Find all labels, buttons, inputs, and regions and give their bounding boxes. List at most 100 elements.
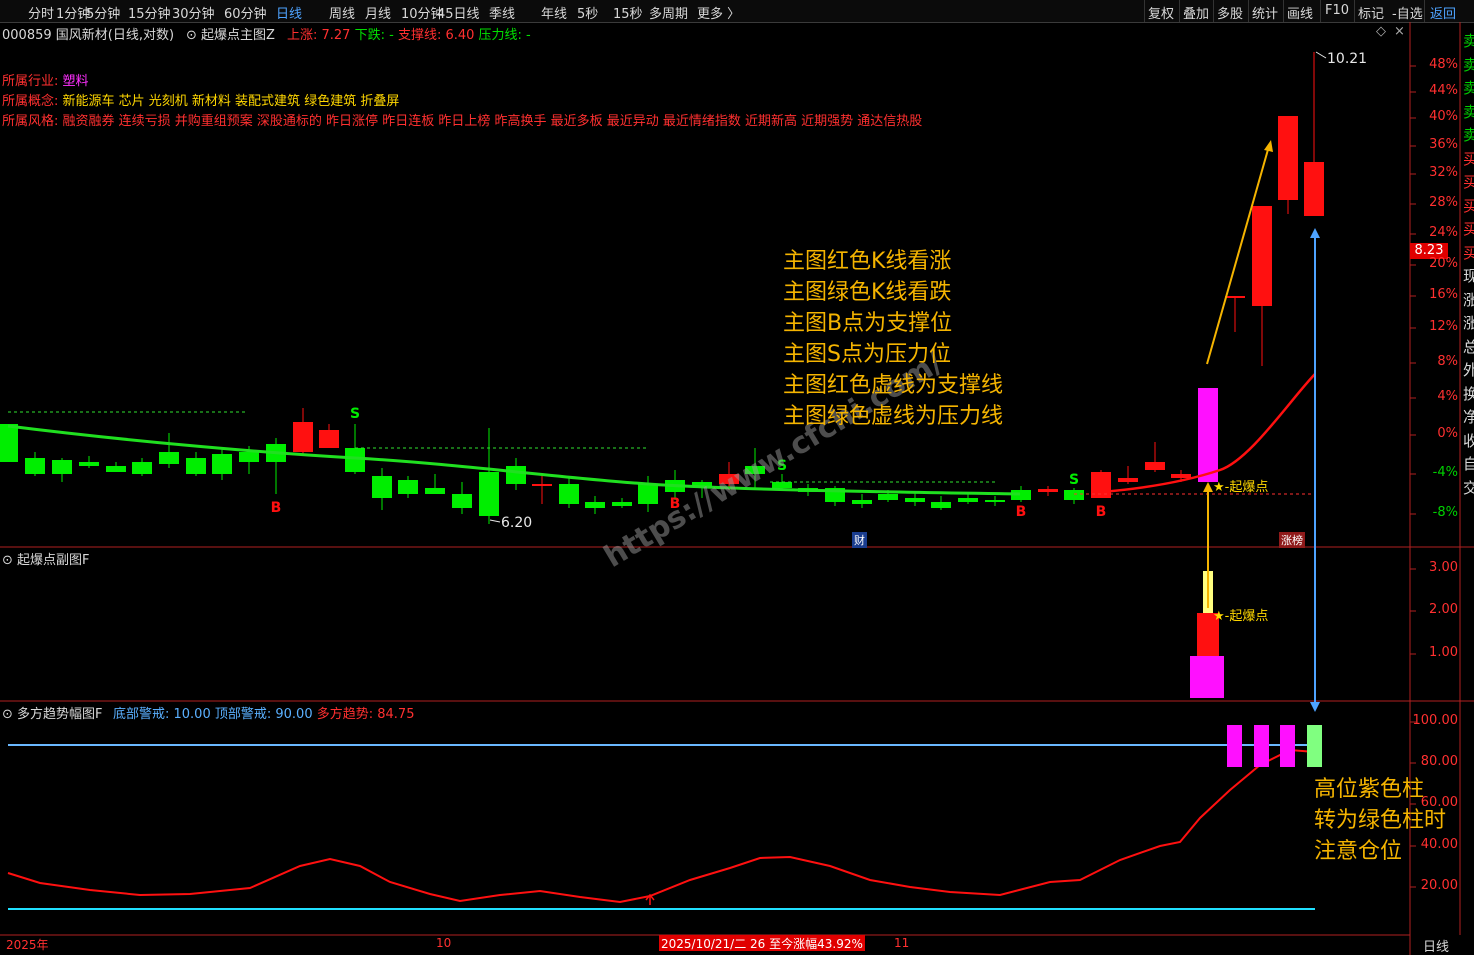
tab-7[interactable]: 周线 (329, 3, 355, 22)
toolbar-back-button[interactable]: 返回 (1430, 3, 1456, 22)
tab-15[interactable]: 多周期 (649, 3, 688, 22)
tab-0[interactable]: 分时 (28, 3, 54, 22)
signal-text: 起爆点 (1229, 480, 1269, 495)
ranking-marker[interactable]: 涨榜 (1279, 532, 1305, 548)
toolbar-multi-stock-button[interactable]: 多股 (1217, 3, 1243, 22)
toolbar-stats-button[interactable]: 统计 (1252, 3, 1278, 22)
toolbar-watchlist-button[interactable]: -自选 (1392, 3, 1423, 22)
tab-6[interactable]: 日线 (276, 3, 302, 22)
tab-8[interactable]: 月线 (365, 3, 391, 22)
toolbar-fuquan-button[interactable]: 复权 (1148, 3, 1174, 22)
candle (345, 424, 365, 474)
tab-16[interactable]: 更多 〉 (697, 3, 740, 22)
candle-body (585, 502, 605, 508)
candle-body (905, 498, 925, 502)
period-label[interactable]: 日线 (1412, 936, 1460, 955)
pct-tick: 32% (1429, 165, 1458, 180)
month-11-label: 11 (894, 936, 910, 950)
tab-5[interactable]: 60分钟 (224, 3, 267, 22)
candle-body (852, 500, 872, 504)
tab-13[interactable]: 5秒 (577, 3, 598, 22)
industry-label: 所属行业: (2, 74, 59, 89)
strip-char: 卖 (1463, 55, 1474, 74)
candle-body (25, 458, 45, 474)
strip-char: 卖 (1463, 102, 1474, 121)
toolbar-draw-button[interactable]: 画线 (1287, 3, 1313, 22)
candle (186, 452, 206, 476)
toolbar-f10-button[interactable]: F10 (1325, 3, 1349, 18)
signal-text: 起爆点 (1229, 609, 1269, 624)
candle-body (1064, 490, 1084, 500)
tab-10[interactable]: 45日线 (437, 3, 480, 22)
strip-char: 换 (1463, 384, 1474, 403)
candle (25, 452, 45, 476)
candle (532, 474, 552, 504)
trend-indicator-title: 多方趋势幅图F (17, 707, 103, 722)
trend-bar (1280, 725, 1295, 767)
candle (905, 492, 925, 506)
trend-params: 底部警戒: 10.00 顶部警戒: 90.00 多方趋势: 84.75 (113, 703, 414, 722)
strip-char: 收 (1463, 431, 1474, 450)
param-2: 支撑线: 6.40 (397, 28, 479, 43)
tab-14[interactable]: 15秒 (613, 3, 643, 22)
panel-toggle-icon[interactable]: ◇ (1376, 24, 1386, 39)
candle-body (79, 462, 99, 466)
candle-body (52, 460, 72, 474)
trend-tick: 80.00 (1420, 754, 1458, 769)
sub-bar (1190, 656, 1224, 698)
main-indicator-toggle[interactable]: ⊙ 起爆点主图Z (186, 24, 275, 43)
annotation-line: 主图绿色虚线为压力线 (783, 404, 1004, 429)
tab-3[interactable]: 15分钟 (128, 3, 171, 22)
toolbar-mark-button[interactable]: 标记 (1358, 3, 1384, 22)
trend-tick: 60.00 (1420, 795, 1458, 810)
close-icon[interactable]: × (1394, 24, 1405, 39)
candle-body (772, 482, 792, 488)
candle (479, 428, 499, 524)
arrow-head-icon (1310, 228, 1320, 238)
month-10-label: 10 (436, 936, 452, 950)
sub-indicator-toggle[interactable]: ⊙ 起爆点副图F (2, 549, 90, 568)
candle-body (878, 494, 898, 500)
candle-body (612, 502, 632, 506)
tab-2[interactable]: 5分钟 (86, 3, 120, 22)
candle (79, 456, 99, 468)
pct-tick: 20% (1429, 256, 1458, 271)
candle-body (479, 472, 499, 516)
toolbar-separator (1213, 0, 1214, 22)
candle (852, 494, 872, 508)
candle-body (1252, 206, 1272, 306)
pct-tick: 36% (1429, 137, 1458, 152)
candle-body (506, 466, 526, 484)
arrow-head-icon (1264, 140, 1273, 152)
trend-indicator-toggle[interactable]: ⊙ 多方趋势幅图F (2, 703, 103, 722)
pct-tick: 16% (1429, 287, 1458, 302)
candle-body (132, 462, 152, 474)
tab-4[interactable]: 30分钟 (172, 3, 215, 22)
candle (1252, 206, 1272, 366)
finance-marker[interactable]: 财 (852, 532, 867, 548)
sub-tick: 2.00 (1429, 602, 1458, 617)
tab-12[interactable]: 年线 (541, 3, 567, 22)
toolbar-overlay-button[interactable]: 叠加 (1183, 3, 1209, 22)
candle (293, 408, 313, 456)
candle (1304, 52, 1324, 216)
toolbar-separator (1144, 0, 1145, 22)
tab-11[interactable]: 季线 (489, 3, 515, 22)
toolbar-separator (1424, 0, 1425, 22)
candle-body (638, 484, 658, 504)
candle-body (372, 476, 392, 498)
strip-char: 涨 (1463, 314, 1474, 332)
candle-body (931, 502, 951, 508)
toolbar-separator (1320, 0, 1321, 22)
pct-tick: 4% (1437, 389, 1458, 404)
strip-char: 买 (1463, 220, 1474, 238)
main-indicator-name: 起爆点主图Z (201, 28, 275, 43)
toolbar-separator (1354, 0, 1355, 22)
candle-body (559, 484, 579, 504)
candle-body (958, 498, 978, 502)
toolbar-separator (1283, 0, 1284, 22)
trend-tick: 40.00 (1420, 837, 1458, 852)
candle-body (1118, 478, 1138, 482)
candle-body (425, 488, 445, 494)
trend-line (7, 748, 1316, 904)
